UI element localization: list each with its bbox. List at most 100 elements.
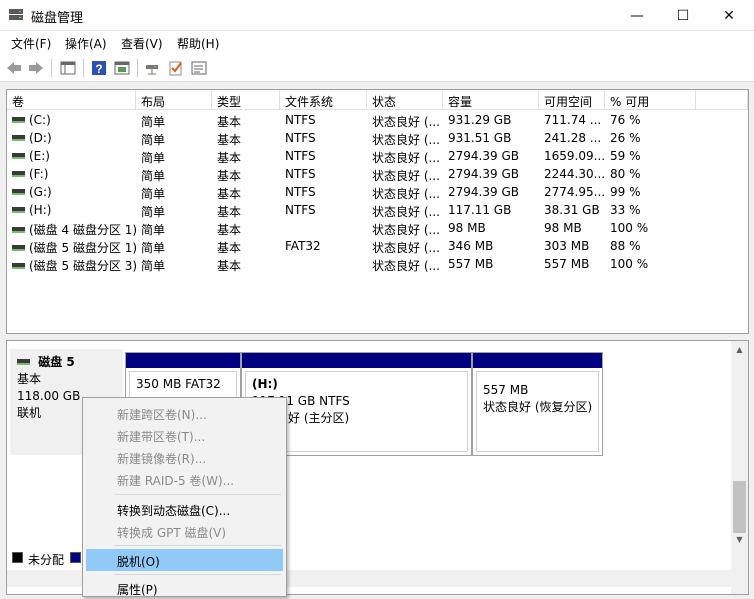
table-cell: 状态良好 (...: [372, 203, 444, 220]
legend-unallocated-swatch: [12, 552, 23, 563]
column-header-percent-free[interactable]: % 可用: [605, 90, 696, 110]
table-cell: 1659.09...: [544, 149, 606, 163]
menu-action[interactable]: 操作(A): [65, 35, 107, 52]
cell-text: 117.11 GB: [448, 203, 512, 217]
table-cell: (磁盘 4 磁盘分区 1): [12, 221, 136, 238]
cell-text: 557 MB: [448, 257, 494, 271]
menu-convert-to-gpt[interactable]: 转换成 GPT 磁盘(V): [86, 520, 283, 542]
action-pane-icon[interactable]: [113, 59, 131, 77]
cell-text: 26 %: [610, 131, 641, 145]
cell-text: (磁盘 4 磁盘分区 1): [29, 223, 136, 237]
cell-text: 简单: [141, 169, 166, 183]
check-icon[interactable]: [167, 59, 185, 77]
column-header-status[interactable]: 状态: [367, 90, 443, 110]
cell-text: 931.29 GB: [448, 113, 512, 127]
table-cell: 基本: [217, 185, 281, 202]
table-cell: FAT32: [285, 239, 367, 253]
table-cell: 2774.95...: [544, 185, 606, 199]
console-tree-icon[interactable]: [59, 59, 77, 77]
table-cell: NTFS: [285, 203, 367, 217]
table-cell: 状态良好 (...: [372, 113, 444, 130]
volume-icon: [12, 244, 25, 251]
table-cell: 303 MB: [544, 239, 606, 253]
table-row[interactable]: (D:) 简单 基本 NTFS 状态良好 (... 931.51 GB 241.28 ...…: [7, 129, 748, 147]
cell-text: 241.28 ...: [544, 131, 602, 145]
table-row[interactable]: (磁盘 5 磁盘分区 3) 简单 基本 状态良好 (... 557 MB 557 MB 10…: [7, 255, 748, 273]
properties-icon[interactable]: [190, 59, 208, 77]
table-cell: 简单: [141, 185, 211, 202]
cell-text: 基本: [217, 241, 242, 255]
column-header-filesystem[interactable]: 文件系统: [280, 90, 367, 110]
menu-bar: 文件(F) 操作(A) 查看(V) 帮助(H): [0, 31, 754, 54]
table-row[interactable]: (H:) 简单 基本 NTFS 状态良好 (... 117.11 GB 38.31 GB 33…: [7, 201, 748, 219]
table-cell: 100 %: [610, 257, 690, 271]
cell-text: 简单: [141, 187, 166, 201]
table-cell: 基本: [217, 149, 281, 166]
connect-icon[interactable]: [144, 59, 162, 77]
menu-help[interactable]: 帮助(H): [177, 35, 219, 52]
menu-file[interactable]: 文件(F): [11, 35, 51, 52]
maximize-button[interactable]: ☐: [660, 0, 706, 31]
table-row[interactable]: (F:) 简单 基本 NTFS 状态良好 (... 2794.39 GB 2244.30..…: [7, 165, 748, 183]
scroll-thumb[interactable]: [733, 481, 746, 533]
table-row[interactable]: (磁盘 4 磁盘分区 1) 简单 基本 状态良好 (... 98 MB 98 MB 100 …: [7, 219, 748, 237]
table-cell: 基本: [217, 113, 281, 130]
table-row[interactable]: (磁盘 5 磁盘分区 1) 简单 基本 FAT32 状态良好 (... 346 MB 303…: [7, 237, 748, 255]
scroll-down-icon[interactable]: ▼: [731, 531, 748, 548]
menu-view[interactable]: 查看(V): [121, 35, 163, 52]
back-icon[interactable]: [5, 59, 23, 77]
menu-new-striped-volume[interactable]: 新建带区卷(T)...: [86, 424, 283, 446]
table-row[interactable]: (G:) 简单 基本 NTFS 状态良好 (... 2794.39 GB 2774.95..…: [7, 183, 748, 201]
table-cell: 38.31 GB: [544, 203, 606, 217]
cell-text: (磁盘 5 磁盘分区 3): [29, 259, 136, 273]
volume-icon: [12, 152, 25, 159]
menu-properties[interactable]: 属性(P): [86, 577, 283, 599]
table-cell: 基本: [217, 221, 281, 238]
help-icon[interactable]: ?: [90, 59, 108, 77]
cell-text: 状态良好 (...: [372, 169, 440, 183]
table-cell: 241.28 ...: [544, 131, 606, 145]
table-row[interactable]: (E:) 简单 基本 NTFS 状态良好 (... 2794.39 GB 1659.09..…: [7, 147, 748, 165]
table-cell: (C:): [12, 113, 136, 127]
minimize-button[interactable]: —: [614, 0, 660, 31]
table-cell: (G:): [12, 185, 136, 199]
close-button[interactable]: ✕: [706, 0, 752, 31]
partition-recovery[interactable]: 557 MB 状态良好 (恢复分区): [472, 352, 603, 456]
table-cell: NTFS: [285, 113, 367, 127]
column-header-type[interactable]: 类型: [212, 90, 280, 110]
cell-text: (E:): [29, 149, 50, 163]
table-cell: 80 %: [610, 167, 690, 181]
table-row[interactable]: (C:) 简单 基本 NTFS 状态良好 (... 931.29 GB 711.74 ...…: [7, 111, 748, 129]
legend-unallocated-label: 未分配: [28, 553, 65, 567]
cell-text: 简单: [141, 115, 166, 129]
menu-offline[interactable]: 脱机(O): [86, 549, 283, 571]
table-cell: NTFS: [285, 149, 367, 163]
title-bar: 磁盘管理 — ☐ ✕: [0, 0, 754, 31]
table-cell: 简单: [141, 239, 211, 256]
cell-text: FAT32: [285, 239, 321, 253]
column-header-capacity[interactable]: 容量: [443, 90, 539, 110]
menu-new-spanned-volume[interactable]: 新建跨区卷(N)...: [86, 402, 283, 424]
table-cell: 简单: [141, 257, 211, 274]
column-header-volume[interactable]: 卷: [7, 90, 136, 110]
cell-text: 346 MB: [448, 239, 494, 253]
partition-bar: [242, 353, 471, 368]
scroll-up-icon[interactable]: ▲: [731, 341, 748, 358]
column-header-layout[interactable]: 布局: [136, 90, 212, 110]
table-cell: 346 MB: [448, 239, 540, 253]
cell-text: (C:): [29, 113, 51, 127]
table-cell: 98 MB: [448, 221, 540, 235]
menu-new-mirrored-volume[interactable]: 新建镜像卷(R)...: [86, 446, 283, 468]
cell-text: 简单: [141, 205, 166, 219]
partition-bar: [126, 353, 240, 368]
table-cell: (磁盘 5 磁盘分区 3): [12, 257, 136, 274]
cell-text: 303 MB: [544, 239, 590, 253]
column-header-free-space[interactable]: 可用空间: [539, 90, 605, 110]
menu-new-raid5-volume[interactable]: 新建 RAID-5 卷(W)...: [86, 468, 283, 490]
table-cell: 状态良好 (...: [372, 221, 444, 238]
cell-text: 557 MB: [544, 257, 590, 271]
disk-pane-scrollbar[interactable]: ▲ ▼: [731, 341, 748, 594]
menu-convert-to-dynamic[interactable]: 转换到动态磁盘(C)...: [86, 498, 283, 520]
forward-icon[interactable]: [27, 59, 45, 77]
volume-icon: [12, 262, 25, 269]
